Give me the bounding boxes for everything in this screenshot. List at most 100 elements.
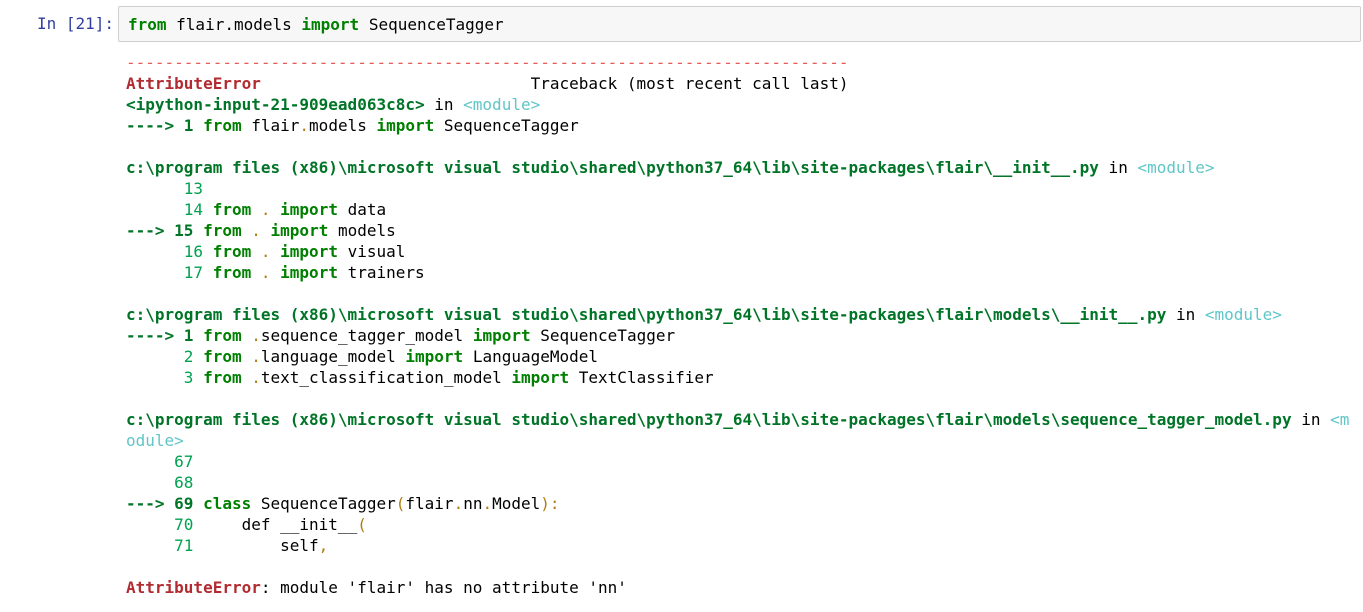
code-token: Model xyxy=(492,494,541,513)
code-token: flair xyxy=(241,116,300,135)
traceback-output: ----------------------------------------… xyxy=(126,52,1356,598)
keyword: from xyxy=(203,347,242,366)
line-number: 67 xyxy=(174,452,194,471)
code-context-line: 14 from . import data xyxy=(126,199,1356,220)
frame-file-path: <ipython-input-21-909ead063c8c> xyxy=(126,95,425,114)
frame-in-word: in xyxy=(424,95,464,114)
code-context-line: ---> 15 from . import models xyxy=(126,220,1356,241)
line-number: 16 xyxy=(183,242,204,261)
line-number: 13 xyxy=(183,179,204,198)
frame-in-word: in xyxy=(1291,410,1331,429)
code-token: . xyxy=(251,368,261,387)
code-token: TextClassifier xyxy=(569,368,714,387)
code-token: . xyxy=(260,263,271,282)
code-context-line: ----> 1 from .sequence_tagger_model impo… xyxy=(126,325,1356,346)
traceback-separator: ----------------------------------------… xyxy=(126,52,1356,73)
keyword: import xyxy=(280,242,338,261)
module-path: flair.models xyxy=(166,15,302,34)
code-token: SequenceTagger xyxy=(251,494,396,513)
current-line-arrow: ----> xyxy=(126,326,184,345)
frame-file-path: c:\program files (x86)\microsoft visual … xyxy=(126,410,1292,429)
code-context-line: 67 xyxy=(126,451,1356,472)
code-context-line: 2 from .language_model import LanguageMo… xyxy=(126,346,1356,367)
code-token: SequenceTagger xyxy=(530,326,676,345)
traceback-header: AttributeError Traceback (most recent ca… xyxy=(126,73,1356,94)
keyword: from xyxy=(212,263,252,282)
code-input-area[interactable]: from flair.models import SequenceTagger xyxy=(118,6,1361,42)
code-context-line: 70 def __init__( xyxy=(126,514,1356,535)
current-line-arrow: ----> xyxy=(126,116,184,135)
code-token: . xyxy=(251,347,261,366)
code-token: . xyxy=(482,494,493,513)
code-token: trainers xyxy=(337,263,425,282)
line-number: 1 xyxy=(183,326,194,345)
code-context-line: 13 xyxy=(126,178,1356,199)
code-token: . xyxy=(251,326,261,345)
frame-location: c:\program files (x86)\microsoft visual … xyxy=(126,304,1356,325)
keyword: from xyxy=(203,221,242,240)
keyword-from: from xyxy=(128,15,167,34)
code-context-line: 68 xyxy=(126,472,1356,493)
code-token: . xyxy=(299,116,310,135)
keyword: import xyxy=(405,347,464,366)
keyword: from xyxy=(203,368,242,387)
code-context-line: 3 from .text_classification_model import… xyxy=(126,367,1356,388)
code-token: data xyxy=(337,200,387,219)
final-error-type: AttributeError xyxy=(126,578,261,597)
frame-file-path: c:\program files (x86)\microsoft visual … xyxy=(126,305,1167,324)
frame-location-wrap: odule> xyxy=(126,430,1356,451)
input-prompt: In [21]: xyxy=(36,14,114,33)
code-context-line: 71 self, xyxy=(126,535,1356,556)
keyword: import xyxy=(280,263,338,282)
line-number: 14 xyxy=(183,200,204,219)
final-error-line: AttributeError: module 'flair' has no at… xyxy=(126,577,1356,598)
code-token: sequence_tagger_model xyxy=(260,326,473,345)
keyword: import xyxy=(280,200,338,219)
code-context-line: ----> 1 from flair.models import Sequenc… xyxy=(126,115,1356,136)
frame-location: c:\program files (x86)\microsoft visual … xyxy=(126,409,1356,430)
error-type: AttributeError xyxy=(126,74,261,93)
frame-module-tag-continued: odule> xyxy=(126,431,184,450)
code-token: . xyxy=(251,221,261,240)
keyword: import xyxy=(376,116,435,135)
keyword: class xyxy=(203,494,252,513)
line-number: 3 xyxy=(183,368,194,387)
code-input-text[interactable]: from flair.models import SequenceTagger xyxy=(128,14,504,35)
frame-module-tag: <module> xyxy=(1137,158,1215,177)
keyword: from xyxy=(212,200,252,219)
frame-in-word: in xyxy=(1098,158,1138,177)
separator-dashes: ----------------------------------------… xyxy=(126,53,849,72)
line-number: 71 xyxy=(174,536,194,555)
code-token: . xyxy=(260,200,271,219)
imported-name: SequenceTagger xyxy=(359,15,504,34)
code-token: LanguageModel xyxy=(463,347,599,366)
code-token: , xyxy=(318,536,329,555)
frame-file-path: c:\program files (x86)\microsoft visual … xyxy=(126,158,1099,177)
frame-module-tag: <module> xyxy=(463,95,541,114)
line-number: 70 xyxy=(174,515,194,534)
line-number: 17 xyxy=(183,263,204,282)
code-token: . xyxy=(260,242,271,261)
code-context-line: 17 from . import trainers xyxy=(126,262,1356,283)
